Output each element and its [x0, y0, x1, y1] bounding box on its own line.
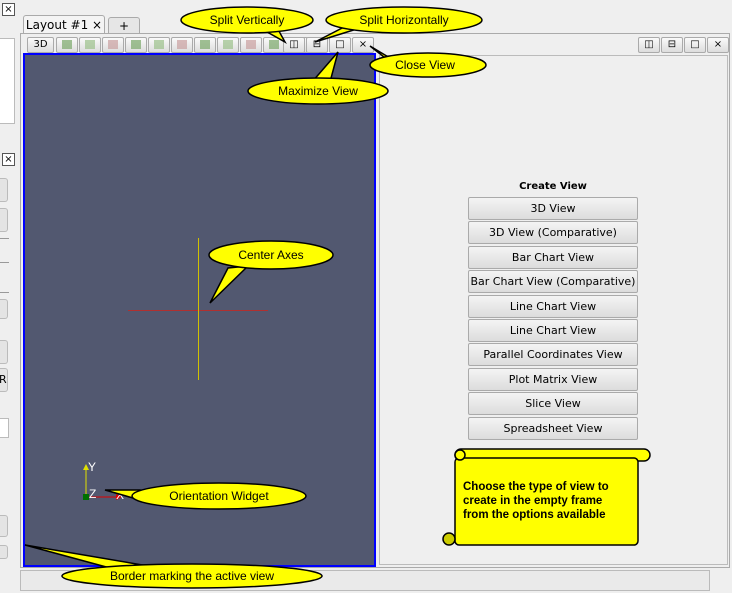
callout-maximize-view: Maximize View — [278, 84, 358, 98]
note-line: from the options available — [463, 509, 606, 521]
note-line: Choose the type of view to — [463, 481, 609, 493]
callout-center-axes: Center Axes — [238, 248, 303, 262]
callout-split-vertically: Split Vertically — [210, 13, 285, 27]
callout-split-horizontally: Split Horizontally — [359, 13, 448, 27]
callout-orientation-widget: Orientation Widget — [169, 489, 269, 503]
callout-border: Border marking the active view — [110, 569, 274, 583]
note-line: create in the empty frame — [463, 495, 602, 507]
callout-close-view: Close View — [395, 58, 455, 72]
callouts-layer: Split Vertically Split Horizontally Maxi… — [24, 6, 651, 589]
